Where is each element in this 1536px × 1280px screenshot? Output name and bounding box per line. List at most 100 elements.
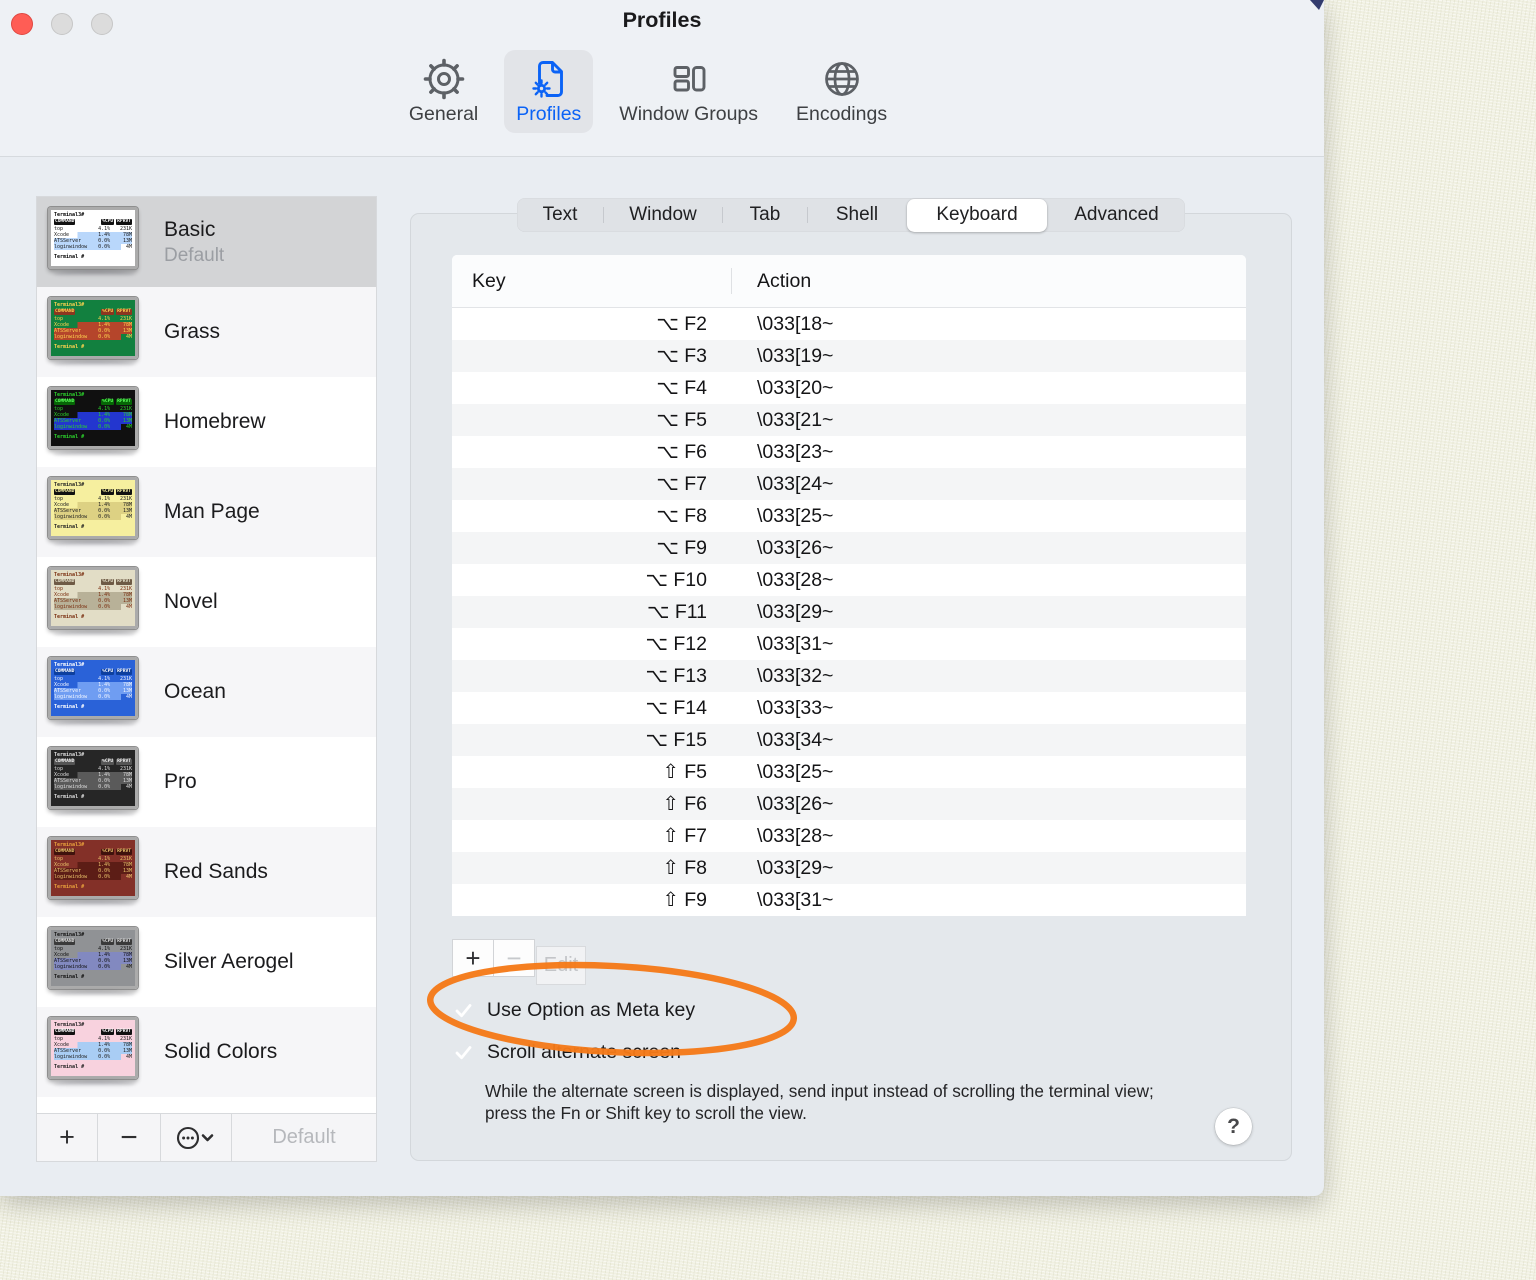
key-binding-row[interactable]: ⌥ F2 \033[18~ [452,308,1246,340]
remove-key-button[interactable]: − [494,939,535,977]
toolbar-item-general[interactable]: General [397,50,490,133]
thumbnail-screen: Terminal3# COMMAND %CPU RPRVT top 4.1% 231K Xco… [51,930,135,986]
thumbnail-screen: Terminal3# COMMAND %CPU RPRVT top 4.1% 231K Xco… [51,840,135,896]
thumbnail-frame: Terminal3# COMMAND %CPU RPRVT top 4.1% 231K Xco… [48,657,138,719]
profile-name: Solid Colors [164,1040,278,1063]
thumbnail-line: Terminal3# [54,302,85,308]
more-options-button[interactable] [161,1114,232,1161]
action-cell: \033[32~ [757,664,834,687]
key-binding-row[interactable]: ⇧ F8 \033[29~ [452,852,1246,884]
thumbnail-badge: %CPU [101,219,115,225]
profile-row-ocean[interactable]: Terminal3# COMMAND %CPU RPRVT top 4.1% 231K Xco… [37,647,376,737]
key-binding-row[interactable]: ⌥ F4 \033[20~ [452,372,1246,404]
tab-shell[interactable]: Shell [808,198,906,232]
profile-thumbnail: Terminal3# COMMAND %CPU RPRVT top 4.1% 231K Xco… [48,927,140,997]
profile-row-basic[interactable]: Terminal3# COMMAND %CPU RPRVT top 4.1% 231K Xco… [37,197,376,287]
checkmark-icon [452,999,475,1022]
screen: Profiles General Profiles Window Groups … [0,0,1536,1280]
thumbnail-badge: COMMAND [54,759,76,765]
thumbnail-line: loginwindow 0.0% 4M [54,693,132,700]
tab-advanced[interactable]: Advanced [1048,198,1185,232]
profile-name: Ocean [164,680,226,703]
thumbnail-badges: COMMAND %CPU RPRVT [54,939,132,945]
action-cell: \033[19~ [757,344,834,367]
alternate-screen-note: While the alternate screen is displayed,… [485,1081,1154,1123]
profile-thumbnail: Terminal3# COMMAND %CPU RPRVT top 4.1% 231K Xco… [48,207,140,277]
thumbnail-frame: Terminal3# COMMAND %CPU RPRVT top 4.1% 231K Xco… [48,297,138,359]
key-binding-row[interactable]: ⌥ F5 \033[21~ [452,404,1246,436]
toolbar-items: General Profiles Window Groups Encodings [0,50,1310,133]
profile-name: Grass [164,320,221,343]
action-cell: \033[28~ [757,568,834,591]
key-binding-row[interactable]: ⇧ F6 \033[26~ [452,788,1246,820]
thumbnail-badge: RPRVT [116,219,132,225]
help-button[interactable]: ? [1215,1108,1252,1145]
add-profile-button[interactable]: + [37,1114,98,1161]
edit-key-button[interactable]: Edit [536,946,586,985]
thumbnail-badge: %CPU [101,489,115,495]
key-binding-row[interactable]: ⇧ F7 \033[28~ [452,820,1246,852]
key-binding-row[interactable]: ⌥ F3 \033[19~ [452,340,1246,372]
profile-row-red-sands[interactable]: Terminal3# COMMAND %CPU RPRVT top 4.1% 231K Xco… [37,827,376,917]
thumbnail-badge: RPRVT [116,1029,132,1035]
toolbar-item-profiles[interactable]: Profiles [504,50,594,133]
add-key-button[interactable]: + [452,939,494,977]
column-header-action: Action [757,269,812,292]
remove-profile-button[interactable]: − [98,1114,161,1161]
key-binding-row[interactable]: ⌥ F12 \033[31~ [452,628,1246,660]
profile-row-homebrew[interactable]: Terminal3# COMMAND %CPU RPRVT top 4.1% 231K Xco… [37,377,376,467]
key-binding-row[interactable]: ⇧ F9 \033[31~ [452,884,1246,916]
key-binding-row[interactable]: ⌥ F13 \033[32~ [452,660,1246,692]
key-binding-row[interactable]: ⌥ F14 \033[33~ [452,692,1246,724]
key-cell: ⌥ F6 [656,441,707,463]
profile-row-man-page[interactable]: Terminal3# COMMAND %CPU RPRVT top 4.1% 231K Xco… [37,467,376,557]
profile-document-icon [526,56,572,102]
thumbnail-badge: RPRVT [116,399,132,405]
thumbnail-line: Terminal # [54,613,85,620]
tab-keyboard[interactable]: Keyboard [907,198,1047,232]
profile-row-pro[interactable]: Terminal3# COMMAND %CPU RPRVT top 4.1% 231K Xco… [37,737,376,827]
key-binding-row[interactable]: ⌥ F15 \033[34~ [452,724,1246,756]
profile-row-novel[interactable]: Terminal3# COMMAND %CPU RPRVT top 4.1% 231K Xco… [37,557,376,647]
key-binding-row[interactable]: ⌥ F8 \033[25~ [452,500,1246,532]
thumbnail-frame: Terminal3# COMMAND %CPU RPRVT top 4.1% 231K Xco… [48,747,138,809]
profile-name-block: Novel [164,590,218,614]
action-cell: \033[29~ [757,856,834,879]
use-option-as-meta-key-checkbox[interactable] [452,999,475,1022]
toolbar-item-window-groups[interactable]: Window Groups [607,50,770,133]
key-cell: ⌥ F12 [645,633,708,655]
thumbnail-reflection [53,721,135,727]
thumbnail-badge: %CPU [101,1029,115,1035]
key-binding-row[interactable]: ⌥ F7 \033[24~ [452,468,1246,500]
key-binding-row[interactable]: ⌥ F11 \033[29~ [452,596,1246,628]
key-binding-row[interactable]: ⌥ F9 \033[26~ [452,532,1246,564]
key-binding-row[interactable]: ⇧ F5 \033[25~ [452,756,1246,788]
key-cell: ⌥ F8 [656,505,707,527]
thumbnail-reflection [53,811,135,817]
checkbox-label: Scroll alternate screen [487,1041,682,1063]
key-binding-row[interactable]: ⌥ F6 \033[23~ [452,436,1246,468]
toolbar-item-encodings[interactable]: Encodings [784,50,899,133]
column-header-key: Key [472,269,506,292]
action-cell: \033[25~ [757,504,834,527]
thumbnail-screen: Terminal3# COMMAND %CPU RPRVT top 4.1% 231K Xco… [51,210,135,266]
action-cell: \033[25~ [757,760,834,783]
thumbnail-reflection [53,631,135,637]
tab-tab[interactable]: Tab [723,198,807,232]
key-binding-row[interactable]: ⌥ F10 \033[28~ [452,564,1246,596]
scroll-alternate-screen-checkbox[interactable] [452,1041,475,1064]
tab-text[interactable]: Text [517,198,603,232]
set-default-button[interactable]: Default [232,1114,376,1161]
profile-row-silver-aerogel[interactable]: Terminal3# COMMAND %CPU RPRVT top 4.1% 231K Xco… [37,917,376,1007]
thumbnail-reflection [53,541,135,547]
profile-row-grass[interactable]: Terminal3# COMMAND %CPU RPRVT top 4.1% 231K Xco… [37,287,376,377]
tab-window[interactable]: Window [604,198,722,232]
thumbnail-screen: Terminal3# COMMAND %CPU RPRVT top 4.1% 231K Xco… [51,1020,135,1076]
thumbnail-screen: Terminal3# COMMAND %CPU RPRVT top 4.1% 231K Xco… [51,660,135,716]
thumbnail-badge: %CPU [101,849,115,855]
thumbnail-badges: COMMAND %CPU RPRVT [54,309,132,315]
profile-row-solid-colors[interactable]: Terminal3# COMMAND %CPU RPRVT top 4.1% 231K Xco… [37,1007,376,1097]
action-cell: \033[23~ [757,440,834,463]
action-cell: \033[33~ [757,696,834,719]
key-cell: ⌥ F7 [656,473,707,495]
